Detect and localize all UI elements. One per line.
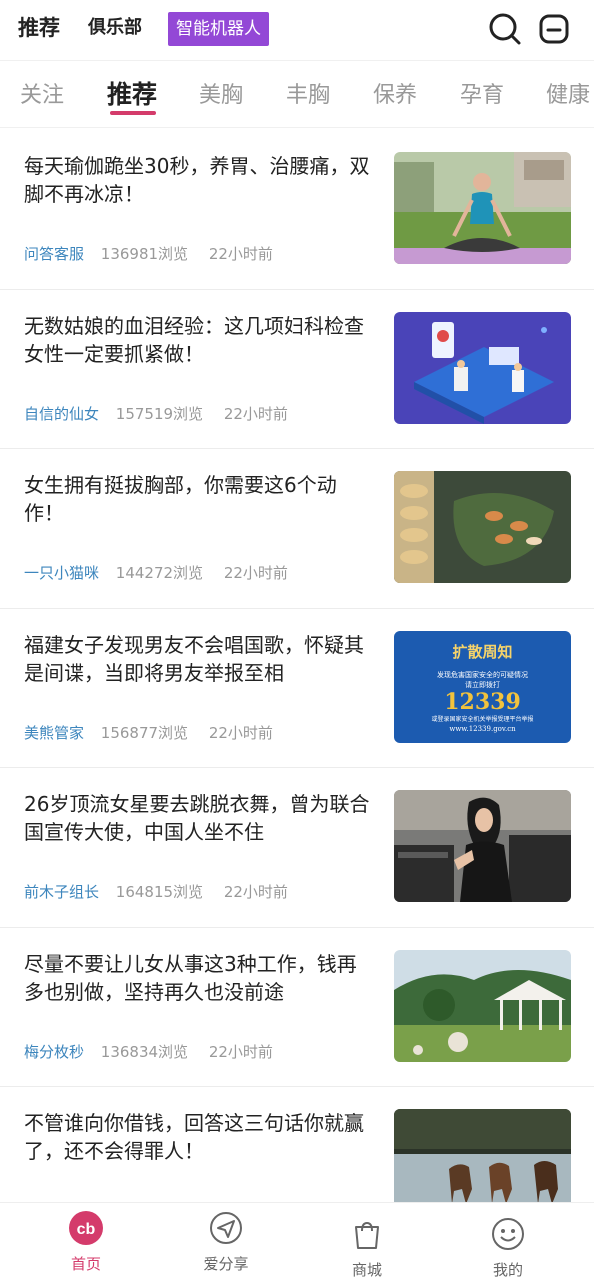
nav-profile[interactable]: 我的 <box>434 1203 582 1280</box>
article-title[interactable]: 尽量不要让儿女从事这3种工作，钱再多也别做，坚持再久也没前途 <box>24 950 376 1006</box>
poster-number: 12339 <box>444 688 521 715</box>
category-tab-recommend[interactable]: 推荐 <box>107 75 157 111</box>
article-views: 156877浏览 <box>100 723 189 742</box>
poster-line-1: 发现危害国家安全的可疑情况 <box>437 670 528 679</box>
nav-label: 商城 <box>351 1261 382 1279</box>
search-icon[interactable] <box>488 12 522 46</box>
nav-label: 我的 <box>492 1261 523 1279</box>
article-feed: 每天瑜伽跪坐30秒，养胃、治腰痛，双脚不再冰凉！ 问答客服 136981浏览 2… <box>0 130 594 1247</box>
pavilion-photo[interactable] <box>394 949 571 1062</box>
list-item[interactable]: 每天瑜伽跪坐30秒，养胃、治腰痛，双脚不再冰凉！ 问答客服 136981浏览 2… <box>0 130 594 290</box>
yoga-photo[interactable] <box>394 152 571 264</box>
poster-line-2: 请立即拨打 <box>465 680 500 689</box>
woman-photo[interactable] <box>394 790 571 902</box>
category-tab-health[interactable]: 健康 <box>546 77 590 109</box>
category-tab-follow[interactable]: 关注 <box>20 77 64 109</box>
medical-illustration[interactable] <box>394 311 571 424</box>
article-views: 136981浏览 <box>100 245 189 263</box>
article-title[interactable]: 不管谁向你借钱，回答这三句话你就赢了，还不会得罪人！ <box>24 1109 376 1165</box>
article-views: 164815浏览 <box>115 883 204 901</box>
app-page: 推荐 俱乐部 智能机器人 关注 推荐 美胸 丰胸 保养 孕育 健康 每天瑜伽跪坐… <box>0 0 594 1280</box>
share-paper-plane-icon <box>209 1211 243 1245</box>
article-views: 144272浏览 <box>115 564 204 582</box>
list-item[interactable]: 26岁顶流女星要去跳脱衣舞，曾为联合国宣传大使，中国人坐不住 前木子组长 164… <box>0 768 594 928</box>
list-item[interactable]: 尽量不要让儿女从事这3种工作，钱再多也别做，坚持再久也没前途 梅分枚秒 1368… <box>0 928 594 1087</box>
list-item[interactable]: 女生拥有挺拔胸部，你需要这6个动作！ 一只小猫咪 144272浏览 22小时前 <box>0 449 594 609</box>
article-meta: 自信的仙女 157519浏览 22小时前 <box>24 403 288 424</box>
nav-label: 首页 <box>70 1255 101 1273</box>
svg-text:cb: cb <box>77 1221 96 1238</box>
home-logo-icon: cb <box>69 1211 103 1245</box>
nav-mall[interactable]: 商城 <box>293 1203 441 1280</box>
article-author[interactable]: 美熊管家 <box>24 724 84 742</box>
bottom-nav: cb 首页 爱分享 商城 我的 <box>0 1202 594 1280</box>
nav-label: 爱分享 <box>203 1255 249 1273</box>
top-tab-recommend[interactable]: 推荐 <box>18 10 60 46</box>
article-time: 22小时前 <box>223 404 288 423</box>
article-title[interactable]: 无数姑娘的血泪经验：这几项妇科检查女性一定要抓紧做！ <box>24 312 376 368</box>
top-tab-robot[interactable]: 智能机器人 <box>168 12 269 46</box>
message-icon[interactable] <box>537 12 571 46</box>
article-title[interactable]: 每天瑜伽跪坐30秒，养胃、治腰痛，双脚不再冰凉！ <box>24 152 376 208</box>
poster-url: www.12339.gov.cn <box>449 724 516 733</box>
article-author[interactable]: 问答客服 <box>24 245 84 263</box>
top-tab-club[interactable]: 俱乐部 <box>88 10 142 46</box>
category-tab-pregnancy[interactable]: 孕育 <box>460 77 504 109</box>
article-time: 22小时前 <box>208 723 273 742</box>
article-author[interactable]: 前木子组长 <box>24 883 99 901</box>
category-tab-beauty-chest[interactable]: 美胸 <box>199 77 243 109</box>
article-meta: 前木子组长 164815浏览 22小时前 <box>24 881 288 902</box>
article-author[interactable]: 梅分枚秒 <box>24 1043 84 1061</box>
article-title[interactable]: 福建女子发现男友不会唱国歌，怀疑其是间谍，当即将男友举报至相 <box>24 631 376 687</box>
article-views: 157519浏览 <box>115 404 204 423</box>
category-tab-breast-enhance[interactable]: 丰胸 <box>286 77 330 109</box>
article-meta: 梅分枚秒 136834浏览 22小时前 <box>24 1041 273 1062</box>
article-title[interactable]: 女生拥有挺拔胸部，你需要这6个动作！ <box>24 471 376 527</box>
article-time: 22小时前 <box>223 564 288 582</box>
article-author[interactable]: 一只小猫咪 <box>24 564 99 582</box>
top-bar: 推荐 俱乐部 智能机器人 <box>0 0 594 58</box>
active-tab-underline <box>110 111 156 115</box>
category-tab-care[interactable]: 保养 <box>373 77 417 109</box>
category-tabs: 关注 推荐 美胸 丰胸 保养 孕育 健康 <box>0 60 594 128</box>
article-time: 22小时前 <box>223 883 288 901</box>
list-item[interactable]: 福建女子发现男友不会唱国歌，怀疑其是间谍，当即将男友举报至相 美熊管家 1568… <box>0 609 594 768</box>
article-author[interactable]: 自信的仙女 <box>24 405 99 423</box>
article-time: 22小时前 <box>208 1042 273 1061</box>
nav-home[interactable]: cb 首页 <box>12 1203 160 1280</box>
food-photo[interactable] <box>394 471 571 583</box>
poster-line-3: 或登录国家安全机关举报受理平台举报 <box>431 715 534 723</box>
article-meta: 问答客服 136981浏览 22小时前 <box>24 243 273 264</box>
article-title[interactable]: 26岁顶流女星要去跳脱衣舞，曾为联合国宣传大使，中国人坐不住 <box>24 790 376 846</box>
article-views: 136834浏览 <box>100 1042 189 1061</box>
article-meta: 一只小猫咪 144272浏览 22小时前 <box>24 562 288 583</box>
poster-heading: 扩散周知 <box>452 642 513 661</box>
list-item[interactable]: 无数姑娘的血泪经验：这几项妇科检查女性一定要抓紧做！ 自信的仙女 157519浏… <box>0 290 594 449</box>
notice-poster[interactable]: 扩散周知 发现危害国家安全的可疑情况 请立即拨打 12339 或登录国家安全机关… <box>394 630 571 743</box>
smiley-face-icon <box>491 1217 525 1251</box>
nav-share[interactable]: 爱分享 <box>152 1203 300 1280</box>
shopping-bag-icon <box>350 1217 384 1251</box>
article-time: 22小时前 <box>208 245 273 263</box>
article-meta: 美熊管家 156877浏览 22小时前 <box>24 722 273 743</box>
